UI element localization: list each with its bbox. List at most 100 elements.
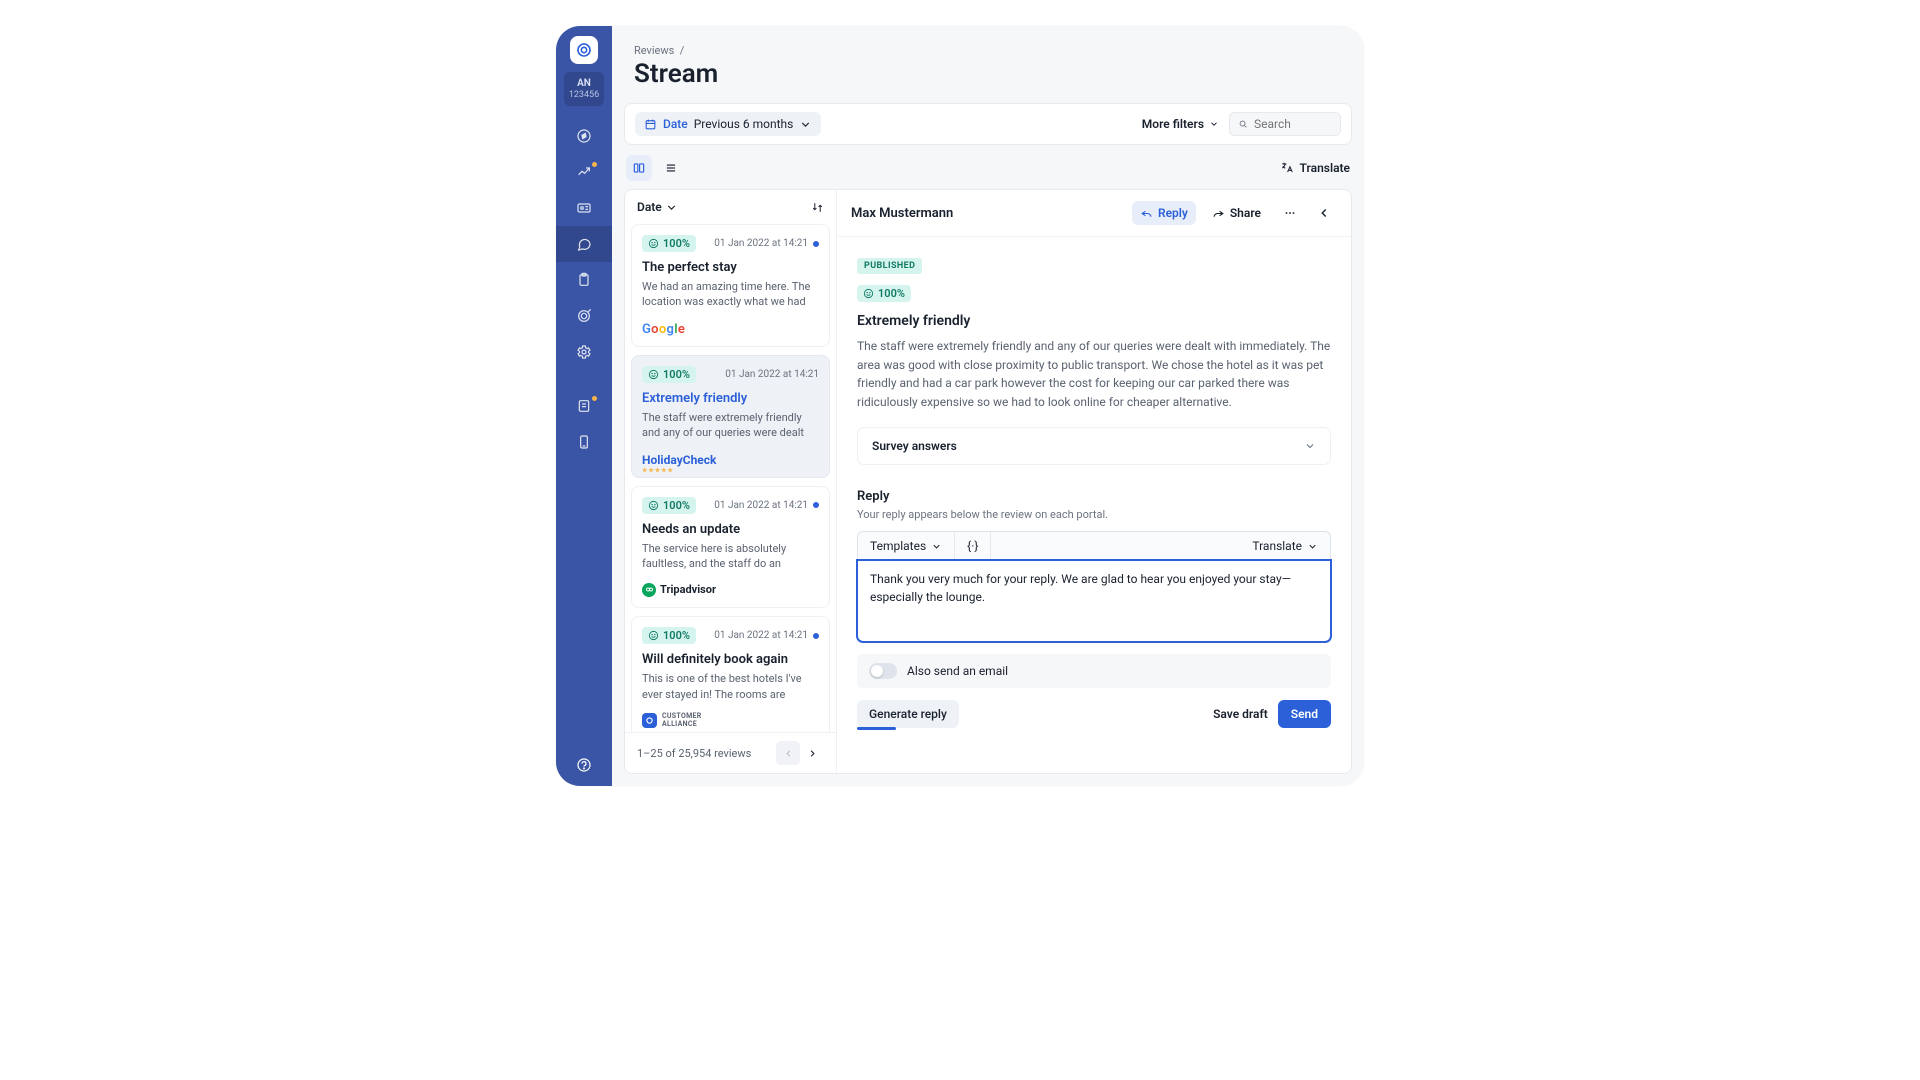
nav-settings[interactable] <box>556 334 612 370</box>
insert-placeholder-button[interactable]: {·} <box>955 532 991 560</box>
review-card[interactable]: 100% 01 Jan 2022 at 14:21 Will definitel… <box>631 616 830 732</box>
card-preview: The service here is absolutely faultless… <box>642 541 819 572</box>
send-button[interactable]: Send <box>1278 700 1331 728</box>
app-frame: AN 123456 Reviews / Stream Date <box>556 26 1364 786</box>
smile-icon <box>648 500 659 511</box>
notification-dot-icon <box>592 396 597 401</box>
card-date: 01 Jan 2022 at 14:21 <box>714 238 819 249</box>
templates-dropdown[interactable]: Templates <box>858 532 955 560</box>
source-google-icon: Google <box>642 318 819 336</box>
reply-actions: Generate reply Save draft Send <box>857 700 1331 728</box>
reply-translate-dropdown[interactable]: Translate <box>1240 532 1330 560</box>
source-tripadvisor-icon: Tripadvisor <box>642 579 819 597</box>
more-menu-button[interactable] <box>1277 200 1303 226</box>
smile-icon <box>648 630 659 641</box>
more-filters-button[interactable]: More filters <box>1142 117 1219 131</box>
sort-control[interactable]: Date <box>625 190 836 224</box>
share-button[interactable]: Share <box>1204 201 1269 225</box>
card-date: 01 Jan 2022 at 14:21 <box>714 500 819 511</box>
breadcrumb-parent[interactable]: Reviews <box>634 44 674 57</box>
unread-dot-icon <box>813 241 819 247</box>
page-next-button[interactable] <box>800 741 824 765</box>
card-preview: The staff were extremely friendly and an… <box>642 410 819 441</box>
tenant-badge[interactable]: AN 123456 <box>564 72 604 106</box>
chevron-down-icon <box>1209 119 1219 129</box>
nav-notes[interactable] <box>556 388 612 424</box>
detail-header: Max Mustermann Reply Share <box>837 190 1351 237</box>
status-badge: PUBLISHED <box>857 258 922 274</box>
reply-heading: Reply <box>857 489 1331 504</box>
card-preview: This is one of the best hotels I've ever… <box>642 671 819 702</box>
pagination: 1–25 of 25,954 reviews <box>625 732 836 773</box>
filters-bar: Date Previous 6 months More filters <box>624 103 1352 145</box>
sidebar-items <box>556 118 612 460</box>
breadcrumb: Reviews / <box>612 26 1364 57</box>
page-prev-button[interactable] <box>776 741 800 765</box>
chevron-down-icon <box>931 541 942 552</box>
smile-icon <box>648 369 659 380</box>
content-pane: Date 100% 01 Jan 2022 at 14:21 The perfe… <box>624 189 1352 774</box>
nav-clipboard[interactable] <box>556 262 612 298</box>
generate-progress-icon <box>857 727 896 730</box>
date-filter-chip[interactable]: Date Previous 6 months <box>635 112 821 136</box>
review-card[interactable]: 100% 01 Jan 2022 at 14:21 The perfect st… <box>631 224 830 347</box>
review-detail-pane: Max Mustermann Reply Share PUBLISHED <box>837 190 1351 773</box>
card-date: 01 Jan 2022 at 14:21 <box>725 369 819 380</box>
review-card[interactable]: 100% 01 Jan 2022 at 14:21 Extremely frie… <box>631 355 830 478</box>
notification-dot-icon <box>592 162 597 167</box>
tenant-id: 123456 <box>564 90 604 100</box>
review-body: The staff were extremely friendly and an… <box>857 337 1331 411</box>
generate-reply-button[interactable]: Generate reply <box>857 700 959 728</box>
smile-icon <box>648 238 659 249</box>
translate-icon <box>1280 161 1294 175</box>
email-toggle-label: Also send an email <box>907 664 1008 678</box>
review-cards: 100% 01 Jan 2022 at 14:21 The perfect st… <box>625 224 836 732</box>
pagination-text: 1–25 of 25,954 reviews <box>637 747 751 760</box>
view-list-button[interactable] <box>658 155 684 181</box>
card-title: Will definitely book again <box>642 652 819 667</box>
review-card[interactable]: 100% 01 Jan 2022 at 14:21 Needs an updat… <box>631 486 830 609</box>
reply-button[interactable]: Reply <box>1132 201 1196 225</box>
view-split-button[interactable] <box>626 155 652 181</box>
email-toggle-row: Also send an email <box>857 654 1331 688</box>
card-title: Needs an update <box>642 522 819 537</box>
smile-icon <box>863 288 874 299</box>
score-badge: 100% <box>642 627 696 644</box>
nav-analytics[interactable] <box>556 154 612 190</box>
nav-help[interactable] <box>556 744 612 786</box>
nav-mobile[interactable] <box>556 424 612 460</box>
sort-direction-icon[interactable] <box>811 201 824 214</box>
card-title: Extremely friendly <box>642 391 819 406</box>
survey-answers-toggle[interactable]: Survey answers <box>857 427 1331 465</box>
chevron-down-icon <box>1307 541 1318 552</box>
calendar-icon <box>644 118 657 131</box>
sidebar: AN 123456 <box>556 26 612 786</box>
score-badge: 100% <box>857 285 911 302</box>
score-badge: 100% <box>642 497 696 514</box>
card-date: 01 Jan 2022 at 14:21 <box>714 630 819 641</box>
search-field[interactable] <box>1229 112 1341 136</box>
detail-body: PUBLISHED 100% Extremely friendly The st… <box>837 237 1351 744</box>
reviewer-name: Max Mustermann <box>851 206 953 221</box>
reply-textarea[interactable] <box>857 560 1331 642</box>
source-holidaycheck-icon: HolidayCheck★★★★★ <box>642 449 819 467</box>
collapse-button[interactable] <box>1311 200 1337 226</box>
reply-toolbar: Templates {·} Translate <box>857 531 1331 560</box>
email-toggle[interactable] <box>869 663 897 679</box>
dots-icon <box>1283 206 1297 220</box>
tenant-code: AN <box>564 78 604 89</box>
search-input[interactable] <box>1254 117 1332 131</box>
search-icon <box>1238 118 1248 130</box>
date-filter-label: Date <box>663 117 688 131</box>
save-draft-button[interactable]: Save draft <box>1213 707 1268 721</box>
chevron-down-icon <box>665 201 678 214</box>
nav-compass[interactable] <box>556 118 612 154</box>
translate-button[interactable]: Translate <box>1280 161 1350 175</box>
nav-target[interactable] <box>556 298 612 334</box>
nav-id-card[interactable] <box>556 190 612 226</box>
app-logo[interactable] <box>570 36 598 64</box>
main-area: Reviews / Stream Date Previous 6 months … <box>612 26 1364 786</box>
nav-reviews[interactable] <box>556 226 612 262</box>
view-bar: Translate <box>612 145 1364 189</box>
review-list-pane: Date 100% 01 Jan 2022 at 14:21 The perfe… <box>625 190 837 773</box>
